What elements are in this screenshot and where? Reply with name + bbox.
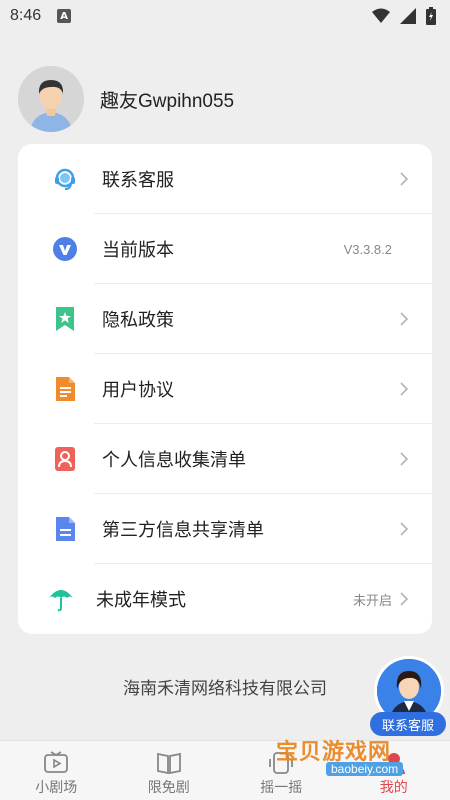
tab-label: 我的 [379, 780, 408, 796]
menu-item-user-agreement[interactable]: 用户协议 [18, 354, 432, 424]
chevron-right-icon [400, 172, 409, 186]
menu-item-third-party-sharing[interactable]: 第三方信息共享清单 [18, 494, 432, 564]
signal-icon [400, 8, 416, 24]
floating-service-label: 联系客服 [370, 712, 446, 736]
menu-item-label: 用户协议 [102, 380, 174, 401]
tv-play-icon [44, 751, 69, 773]
status-indicators [372, 7, 436, 25]
chevron-right-icon [400, 452, 409, 466]
chevron-right-icon [400, 522, 409, 536]
username: 趣友Gwpihn055 [100, 90, 235, 112]
document-icon [56, 377, 75, 401]
headset-icon [55, 168, 75, 190]
battery-icon [426, 7, 436, 25]
book-icon [156, 752, 181, 775]
chevron-right-icon [400, 382, 409, 396]
menu-item-label: 当前版本 [102, 240, 174, 261]
tab-theater[interactable]: 小剧场 [0, 741, 113, 800]
user-card-icon [55, 447, 75, 471]
tab-label: 限免剧 [147, 780, 190, 796]
bookmark-star-icon [56, 307, 74, 331]
menu-item-label: 个人信息收集清单 [102, 450, 246, 471]
status-bar: 8:46 A [0, 0, 450, 32]
menu-item-current-version[interactable]: 当前版本 V3.3.8.2 [18, 214, 432, 284]
menu-item-customer-service[interactable]: 联系客服 [18, 144, 432, 214]
settings-menu: 联系客服 当前版本 V3.3.8.2 隐私政策 用户协议 个人信息收集清单 第三… [18, 144, 432, 634]
version-v-icon [53, 237, 77, 261]
version-value: V3.3.8.2 [343, 241, 392, 257]
chevron-right-icon [400, 312, 409, 326]
chevron-right-icon [400, 592, 409, 606]
status-time: 8:46 [10, 7, 42, 24]
menu-item-privacy-policy[interactable]: 隐私政策 [18, 284, 432, 354]
tab-free-shows[interactable]: 限免剧 [113, 741, 226, 800]
minor-mode-status: 未开启 [352, 592, 392, 608]
umbrella-icon [49, 590, 73, 612]
menu-item-label: 隐私政策 [102, 310, 174, 331]
avatar[interactable] [18, 66, 84, 132]
list-document-icon [56, 517, 75, 541]
menu-item-personal-info-list[interactable]: 个人信息收集清单 [18, 424, 432, 494]
menu-item-label: 联系客服 [102, 170, 174, 191]
menu-item-minor-mode[interactable]: 未成年模式 未开启 [18, 564, 432, 634]
floating-customer-service-button[interactable]: 联系客服 [370, 656, 446, 740]
wifi-icon [372, 8, 390, 23]
profile-header[interactable]: 趣友Gwpihn055 [18, 66, 234, 132]
tab-label: 小剧场 [35, 780, 78, 796]
watermark-url: baobeiy.com [326, 762, 404, 776]
menu-item-label: 未成年模式 [96, 590, 186, 611]
notification-icon: A [57, 9, 72, 23]
menu-item-label: 第三方信息共享清单 [102, 520, 264, 541]
tab-label: 摇一摇 [260, 780, 303, 796]
